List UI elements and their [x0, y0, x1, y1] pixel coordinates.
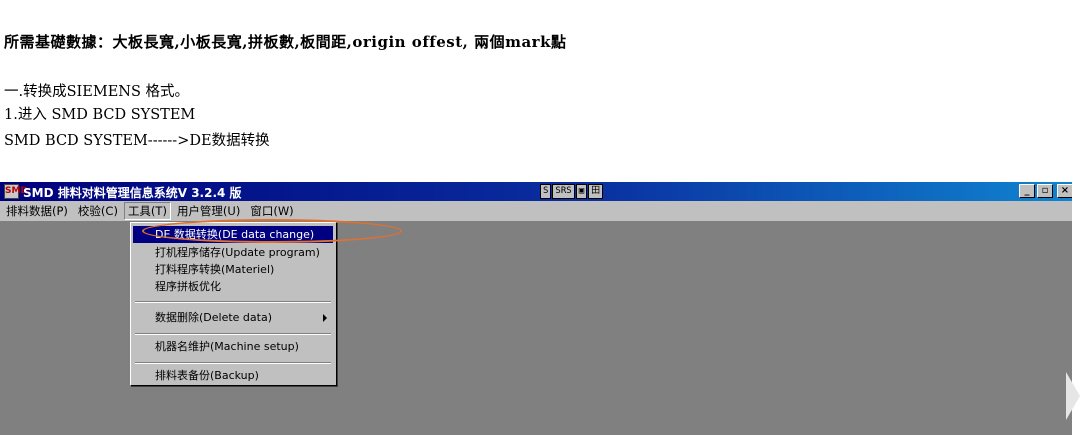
maximize-button[interactable]: ▫ — [1037, 184, 1053, 198]
menu-verify[interactable]: 校验(C) — [74, 202, 122, 220]
toolbar-icon-grid[interactable]: 田 — [588, 184, 604, 199]
highlight-ellipse-annotation — [142, 219, 402, 243]
menu-item-delete-data[interactable]: 数据删除(Delete data) — [133, 309, 333, 326]
close-button[interactable]: × — [1057, 184, 1073, 198]
menu-item-materiel[interactable]: 打料程序转换(Materiel) — [133, 261, 333, 278]
document-line-2: 1.进入 SMD BCD SYSTEM — [4, 107, 196, 123]
tools-dropdown: DE 数据转换(DE data change) 打机程序储存(Update pr… — [130, 222, 337, 386]
next-arrow-icon[interactable] — [1066, 372, 1080, 420]
menu-user-management[interactable]: 用户管理(U) — [173, 202, 244, 220]
submenu-arrow-icon — [323, 314, 327, 322]
window-title: SMD 排料对料管理信息系统V 3.2.4 版 — [23, 186, 242, 200]
app-window: SMD SMD 排料对料管理信息系统V 3.2.4 版 S SRS ▣ 田 _ … — [0, 182, 1080, 435]
toolbar-icon-s[interactable]: S — [540, 184, 552, 199]
toolbar-icon-srs[interactable]: SRS — [552, 184, 575, 199]
menu-item-backup[interactable]: 排料表备份(Backup) — [133, 367, 333, 384]
menu-window[interactable]: 窗口(W) — [246, 202, 297, 220]
document-heading: 所需基礎數據：大板長寬,小板長寬,拼板數,板間距,origin offest, … — [4, 33, 567, 51]
window-controls: _ ▫ × — [1019, 184, 1073, 198]
menu-item-delete-data-label: 数据删除(Delete data) — [155, 311, 272, 324]
title-toolbar: S SRS ▣ 田 — [540, 184, 604, 199]
menu-item-update-program[interactable]: 打机程序储存(Update program) — [133, 244, 333, 261]
menu-material-data[interactable]: 排料数据(P) — [2, 202, 72, 220]
document-line-1: 一.转换成SIEMENS 格式。 — [4, 84, 190, 100]
menu-item-panel-optimize[interactable]: 程序拼板优化 — [133, 278, 333, 295]
menu-bar: 排料数据(P) 校验(C) 工具(T) 用户管理(U) 窗口(W) — [0, 201, 1072, 221]
menu-separator — [135, 333, 331, 335]
menu-item-machine-setup[interactable]: 机器名维护(Machine setup) — [133, 338, 333, 355]
menu-tools[interactable]: 工具(T) — [123, 202, 171, 220]
menu-separator — [135, 301, 331, 303]
toolbar-icon-box[interactable]: ▣ — [575, 184, 588, 199]
app-icon: SMD — [4, 184, 28, 199]
minimize-button[interactable]: _ — [1019, 184, 1035, 198]
document-line-3: SMD BCD SYSTEM------>DE数据转换 — [4, 133, 270, 149]
menu-separator — [135, 362, 331, 364]
title-bar[interactable]: SMD SMD 排料对料管理信息系统V 3.2.4 版 S SRS ▣ 田 _ … — [0, 182, 1073, 201]
